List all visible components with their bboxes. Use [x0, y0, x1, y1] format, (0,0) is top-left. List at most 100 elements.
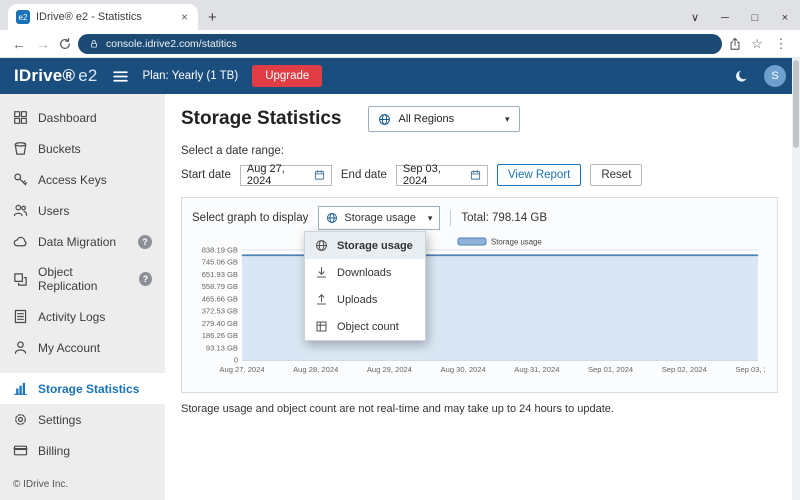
site-favicon: e2 [16, 10, 30, 24]
region-selector[interactable]: All Regions ▾ [368, 106, 520, 132]
reset-button[interactable]: Reset [590, 164, 642, 186]
sidebar-item-dashboard[interactable]: Dashboard [0, 102, 165, 133]
sidebar-item-object-replication[interactable]: Object Replication? [0, 257, 165, 301]
tab-close-icon[interactable]: × [179, 10, 190, 24]
sidebar-items: DashboardBucketsAccess KeysUsersData Mig… [0, 102, 165, 466]
date-range-label: Select a date range: [181, 145, 778, 157]
svg-text:Aug 29, 2024: Aug 29, 2024 [367, 365, 412, 374]
page-scrollbar[interactable] [792, 58, 800, 500]
region-value: All Regions [399, 113, 455, 125]
dropdown-option-uploads[interactable]: Uploads [305, 286, 425, 313]
activity-logs-icon [13, 309, 28, 324]
share-icon[interactable] [728, 37, 742, 51]
upload-icon [315, 293, 328, 306]
sidebar-item-my-account[interactable]: My Account [0, 332, 165, 363]
sidebar-item-storage-statistics[interactable]: Storage Statistics [0, 373, 165, 404]
graph-type-selector[interactable]: Storage usage ▾ [318, 206, 440, 230]
svg-text:Aug 31, 2024: Aug 31, 2024 [514, 365, 559, 374]
svg-text:Aug 30, 2024: Aug 30, 2024 [441, 365, 486, 374]
calendar-icon[interactable] [314, 169, 325, 181]
help-badge-icon[interactable]: ? [138, 235, 152, 249]
data-migration-icon [13, 234, 28, 249]
sidebar-item-users[interactable]: Users [0, 195, 165, 226]
sidebar-item-label: Access Keys [38, 173, 107, 187]
idrive-e2-logo: IDrive®e2 [14, 66, 98, 86]
tab-title: IDrive® e2 - Statistics [36, 11, 173, 23]
sidebar-item-label: My Account [38, 341, 100, 355]
svg-text:279.40 GB: 279.40 GB [202, 319, 238, 328]
calendar-icon[interactable] [470, 169, 481, 181]
dropdown-option-storage-usage[interactable]: Storage usage [305, 232, 425, 259]
dark-mode-moon-icon[interactable] [734, 68, 750, 84]
sidebar: DashboardBucketsAccess KeysUsersData Mig… [0, 94, 165, 500]
sidebar-item-access-keys[interactable]: Access Keys [0, 164, 165, 195]
new-tab-button[interactable]: + [198, 9, 229, 30]
back-icon[interactable]: ← [10, 36, 28, 52]
dropdown-option-downloads[interactable]: Downloads [305, 259, 425, 286]
total-usage-label: Total: 798.14 GB [461, 212, 547, 224]
svg-text:651.93 GB: 651.93 GB [202, 270, 238, 279]
sidebar-item-label: Buckets [38, 142, 81, 156]
user-avatar[interactable]: S [764, 65, 786, 87]
svg-text:Sep 03, 2024: Sep 03, 2024 [735, 365, 765, 374]
browser-menu-icon[interactable]: ⋮ [772, 36, 790, 52]
svg-text:838.19 GB: 838.19 GB [202, 246, 238, 255]
settings-icon [13, 412, 28, 427]
window-controls: ∨ ─ □ × [680, 11, 800, 24]
dashboard-icon [13, 110, 28, 125]
dropdown-option-label: Object count [337, 321, 399, 333]
address-bar[interactable]: console.idrive2.com/statitics [78, 34, 722, 54]
globe-icon [326, 212, 338, 224]
url-text: console.idrive2.com/statitics [106, 38, 237, 50]
end-date-input[interactable]: Sep 03, 2024 [396, 165, 488, 186]
window-close-icon[interactable]: × [770, 12, 800, 24]
object-count-icon [315, 320, 328, 333]
chevron-down-icon: ▾ [505, 114, 510, 125]
chevron-down-icon: ▾ [428, 213, 433, 224]
help-badge-icon[interactable]: ? [139, 272, 152, 286]
svg-text:0: 0 [234, 356, 238, 365]
svg-text:Aug 28, 2024: Aug 28, 2024 [293, 365, 338, 374]
page-title: Storage Statistics [181, 108, 342, 130]
graph-select-label: Select graph to display [192, 212, 308, 224]
svg-text:Sep 02, 2024: Sep 02, 2024 [662, 365, 707, 374]
end-date-value: Sep 03, 2024 [403, 163, 463, 187]
svg-text:Sep 01, 2024: Sep 01, 2024 [588, 365, 633, 374]
sidebar-item-billing[interactable]: Billing [0, 435, 165, 466]
title-row: Storage Statistics All Regions ▾ [181, 106, 778, 132]
view-report-button[interactable]: View Report [497, 164, 581, 186]
sidebar-item-label: Data Migration [38, 235, 116, 249]
globe-icon [315, 239, 328, 252]
sidebar-item-data-migration[interactable]: Data Migration? [0, 226, 165, 257]
hamburger-menu-icon[interactable] [112, 68, 129, 85]
browser-toolbar: ← → console.idrive2.com/statitics ☆ ⋮ [0, 30, 800, 58]
graph-type-value: Storage usage [344, 212, 416, 224]
start-date-input[interactable]: Aug 27, 2024 [240, 165, 332, 186]
tab-search-icon[interactable]: ∨ [680, 11, 710, 24]
sidebar-item-label: Billing [38, 444, 70, 458]
buckets-icon [13, 141, 28, 156]
bookmark-star-icon[interactable]: ☆ [748, 36, 766, 52]
svg-text:372.53 GB: 372.53 GB [202, 307, 238, 316]
start-date-label: Start date [181, 169, 231, 181]
browser-tab[interactable]: e2 IDrive® e2 - Statistics × [8, 4, 198, 30]
app-header: IDrive®e2 Plan: Yearly (1 TB) Upgrade S [0, 58, 800, 94]
sidebar-item-activity-logs[interactable]: Activity Logs [0, 301, 165, 332]
forward-icon[interactable]: → [34, 36, 52, 52]
storage-statistics-icon [13, 381, 28, 396]
sidebar-item-label: Settings [38, 413, 81, 427]
dropdown-option-object-count[interactable]: Object count [305, 313, 425, 340]
storage-usage-chart: 838.19 GB745.06 GB651.93 GB558.79 GB465.… [192, 236, 767, 386]
minimize-icon[interactable]: ─ [710, 12, 740, 24]
screen: e2 IDrive® e2 - Statistics × + ∨ ─ □ × ←… [0, 0, 800, 500]
statistics-panel: Select graph to display Storage usage ▾ … [181, 197, 778, 393]
sidebar-item-label: Dashboard [38, 111, 97, 125]
svg-text:Storage usage: Storage usage [491, 238, 542, 247]
sidebar-item-buckets[interactable]: Buckets [0, 133, 165, 164]
upgrade-button[interactable]: Upgrade [252, 65, 322, 87]
maximize-icon[interactable]: □ [740, 12, 770, 24]
sidebar-item-settings[interactable]: Settings [0, 404, 165, 435]
logo-product: e2 [78, 66, 97, 85]
refresh-icon[interactable] [58, 37, 72, 51]
scrollbar-thumb[interactable] [793, 60, 799, 148]
